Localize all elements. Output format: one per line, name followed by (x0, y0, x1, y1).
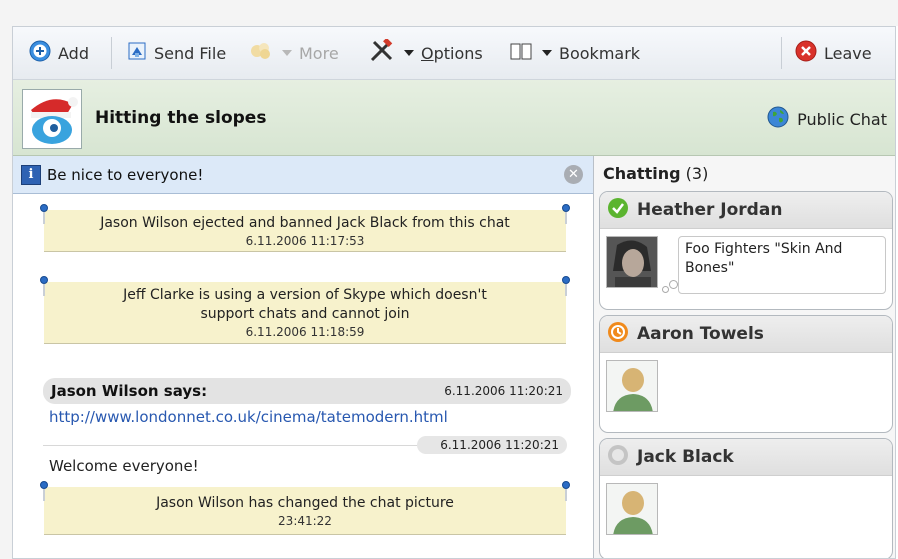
pin-icon (40, 204, 48, 226)
offline-status-icon (607, 444, 629, 471)
mood-bubble-dot (669, 280, 678, 289)
add-label: Add (58, 43, 89, 63)
bookmark-button[interactable]: Bookmark (509, 27, 640, 79)
participants-count: (3) (685, 164, 709, 183)
info-icon: i (21, 164, 41, 185)
close-icon[interactable]: ✕ (564, 165, 583, 184)
options-dropdown-caret (404, 50, 414, 56)
toolbar-separator (781, 37, 782, 69)
system-message: Jason Wilson has changed the chat pictur… (40, 481, 570, 535)
options-button[interactable]: Options (369, 27, 483, 79)
message-text: Welcome everyone! (49, 457, 199, 475)
system-message: Jason Wilson ejected and banned Jack Bla… (40, 204, 570, 252)
message-header: Jason Wilson says: 6.11.2006 11:20:21 (43, 378, 571, 404)
message-time: 6.11.2006 11:20:21 (444, 384, 563, 398)
participant-header: Heather Jordan (600, 192, 892, 229)
participant-photo[interactable] (606, 236, 658, 288)
bookmark-dropdown-caret (542, 50, 552, 56)
participant-name: Aaron Towels (637, 324, 764, 344)
participant-card[interactable]: Jack Black (599, 438, 893, 558)
system-message-text: Jason Wilson ejected and banned Jack Bla… (100, 215, 510, 231)
participant-card[interactable]: Aaron Towels (599, 315, 893, 433)
public-chat-indicator[interactable]: Public Chat (767, 106, 887, 132)
participants-heading-label: Chatting (603, 164, 681, 183)
pin-icon (562, 204, 570, 226)
globe-icon (767, 106, 789, 132)
pin-icon (562, 481, 570, 503)
away-status-icon (607, 321, 629, 348)
system-message-text: Jeff Clarke is using a version of Skype … (123, 287, 487, 303)
mood-message: Foo Fighters "Skin And Bones" (678, 236, 886, 294)
bookmark-book-icon (509, 41, 533, 65)
mood-bubble-dot (662, 286, 669, 293)
message-history[interactable]: i Be nice to everyone! ✕ Jason Wilson ej… (13, 156, 594, 558)
participants-panel: Chatting (3) Heather Jordan Foo Fighters… (594, 156, 895, 558)
send-file-label: Send File (154, 43, 227, 63)
online-status-icon (607, 197, 629, 224)
more-icon (249, 40, 273, 66)
system-message-time: 6.11.2006 11:18:59 (245, 325, 365, 339)
chat-topic-title: Hitting the slopes (95, 108, 267, 128)
participants-heading: Chatting (3) (603, 164, 708, 183)
options-tools-icon (369, 37, 395, 67)
sender-name: Jason Wilson says: (51, 382, 208, 400)
send-file-button[interactable]: Send File (127, 27, 226, 79)
participant-name: Jack Black (637, 447, 734, 467)
participant-name: Heather Jordan (637, 200, 783, 220)
notice-text: Be nice to everyone! (47, 165, 204, 184)
default-avatar-icon[interactable] (606, 483, 658, 535)
chat-guidelines-notice: i Be nice to everyone! ✕ (13, 156, 593, 194)
send-file-icon (127, 41, 147, 65)
options-label: Options (421, 43, 483, 63)
toolbar: Add Send File More Options Bookmark Leav… (13, 27, 895, 80)
chat-window: Add Send File More Options Bookmark Leav… (12, 26, 896, 559)
window-frame-top (0, 0, 898, 26)
pin-icon (562, 276, 570, 298)
add-icon (29, 40, 51, 66)
message-time: 6.11.2006 11:20:21 (417, 436, 567, 454)
system-message-text: support chats and cannot join (200, 306, 410, 322)
bookmark-label: Bookmark (559, 43, 641, 63)
system-message-time: 6.11.2006 11:17:53 (245, 234, 365, 248)
pin-icon (40, 276, 48, 298)
more-label: More (299, 43, 339, 63)
add-button[interactable]: Add (29, 27, 89, 79)
default-avatar-icon[interactable] (606, 360, 658, 412)
participant-header: Jack Black (600, 439, 892, 476)
chat-topic-bar: Hitting the slopes Public Chat (13, 80, 895, 156)
leave-label: Leave (824, 43, 872, 63)
system-message: Jeff Clarke is using a version of Skype … (40, 276, 570, 344)
participant-card[interactable]: Heather Jordan Foo Fighters "Skin And Bo… (599, 191, 893, 310)
more-button[interactable]: More (249, 27, 339, 79)
message-divider (43, 445, 419, 446)
toolbar-separator (111, 37, 112, 69)
chat-picture[interactable] (22, 89, 82, 149)
more-dropdown-caret (282, 50, 292, 56)
system-message-text: Jason Wilson has changed the chat pictur… (156, 495, 454, 511)
participant-header: Aaron Towels (600, 316, 892, 353)
leave-button[interactable]: Leave (795, 27, 872, 79)
public-chat-label: Public Chat (797, 109, 887, 129)
leave-icon (795, 40, 817, 66)
window-frame-left (0, 0, 12, 559)
system-message-time: 23:41:22 (278, 514, 332, 528)
pin-icon (40, 481, 48, 503)
message-link[interactable]: http://www.londonnet.co.uk/cinema/tatemo… (49, 408, 448, 426)
